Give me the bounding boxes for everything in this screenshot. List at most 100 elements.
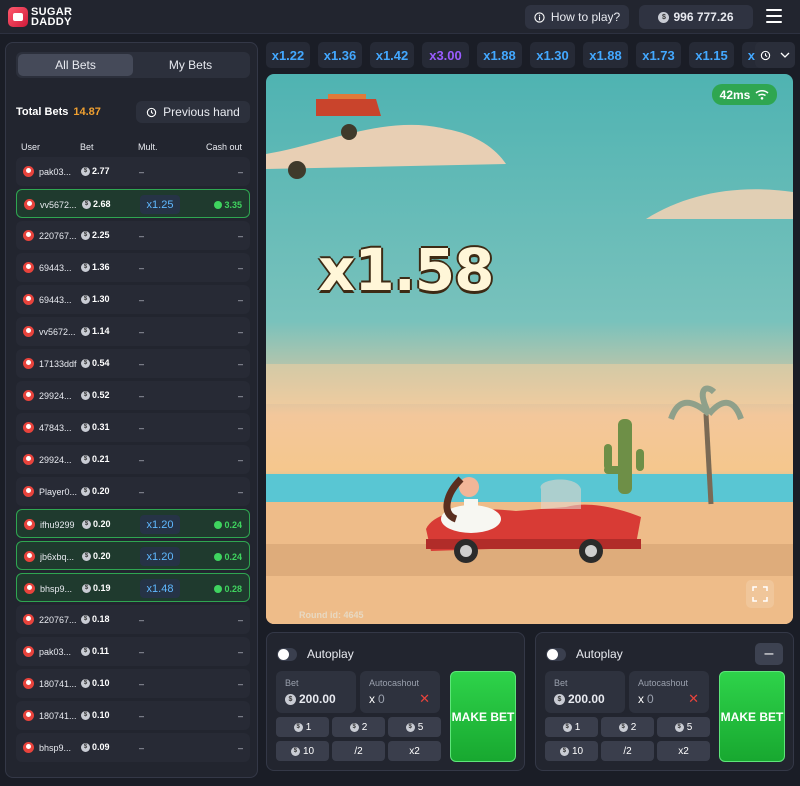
quick-bet-5[interactable]: $5 (657, 717, 710, 737)
row-user: 69443... (39, 295, 72, 305)
bets-tabs: All Bets My Bets (16, 52, 250, 78)
quick-bet-2[interactable]: $2 (332, 717, 385, 737)
row-multiplier: – (139, 327, 145, 337)
double-bet-button[interactable]: x2 (388, 741, 441, 761)
coin-icon (214, 201, 223, 209)
round-id-label: Round id: (299, 610, 341, 620)
round-id: Round id: 4645 (299, 610, 364, 620)
halve-bet-button[interactable]: /2 (332, 741, 385, 761)
autocashout-field[interactable]: Autocashout x0 ✕ (629, 671, 709, 713)
history-multiplier: x1.15 (689, 42, 734, 68)
row-user: 180741... (39, 711, 77, 721)
row-multiplier: x1.20 (140, 515, 180, 534)
bet-row: 180741... $0.10 – – (16, 701, 250, 730)
row-cashout: 0.24 (214, 520, 242, 530)
row-bet: $0.54 (81, 358, 110, 368)
row-user: 29924... (39, 391, 72, 401)
bet-panel-2: Autoplay – Bet $200.00 Autocashout x0 ✕ … (535, 632, 794, 771)
autocashout-field[interactable]: Autocashout x0 ✕ (360, 671, 440, 713)
make-bet-button[interactable]: MAKE BET (450, 671, 516, 762)
row-user: vv5672... (40, 200, 77, 210)
row-user: 220767... (39, 231, 77, 241)
quick-bet-5[interactable]: $5 (388, 717, 441, 737)
row-bet: $2.77 (81, 166, 110, 176)
autocashout-label: Autocashout (369, 678, 420, 688)
toggle-switch[interactable] (546, 647, 566, 661)
user-avatar-icon (23, 646, 34, 657)
row-multiplier: – (139, 231, 145, 241)
fullscreen-button[interactable] (746, 580, 774, 608)
row-multiplier: x1.48 (140, 579, 180, 598)
row-user: jb6xbq... (40, 552, 75, 562)
halve-bet-button[interactable]: /2 (601, 741, 654, 761)
row-cashout: – (237, 679, 243, 689)
quick-bet-1[interactable]: $1 (545, 717, 598, 737)
history-controls[interactable] (755, 42, 795, 68)
make-bet-button[interactable]: MAKE BET (719, 671, 785, 762)
history-icon (146, 107, 157, 117)
user-avatar-icon (23, 390, 34, 401)
autoplay-toggle[interactable]: Autoplay (546, 647, 623, 661)
wifi-icon (755, 90, 769, 100)
quick-bet-10[interactable]: $10 (276, 741, 329, 761)
bet-row: 69443... $1.30 – – (16, 285, 250, 314)
tab-all-bets[interactable]: All Bets (18, 54, 133, 76)
clear-autocashout-icon[interactable]: ✕ (688, 691, 699, 707)
previous-hand-button[interactable]: Previous hand (136, 101, 250, 123)
bet-value[interactable]: $200.00 (554, 692, 605, 706)
toggle-switch[interactable] (277, 647, 297, 661)
bet-row: 220767... $2.25 – – (16, 221, 250, 250)
hamburger-menu-icon[interactable] (766, 9, 782, 23)
user-avatar-icon (23, 326, 34, 337)
bet-row: bhsp9... $0.09 – – (16, 733, 250, 762)
row-cashout: 0.24 (214, 552, 242, 562)
quick-bet-10[interactable]: $10 (545, 741, 598, 761)
coin-icon: $ (81, 326, 90, 336)
sugar-daddy-logo[interactable]: SUGAR DADDY (8, 6, 78, 28)
quick-bet-2[interactable]: $2 (601, 717, 654, 737)
coin-icon: $ (82, 551, 91, 561)
user-avatar-icon (24, 551, 35, 562)
row-user: 69443... (39, 263, 72, 273)
autocashout-value[interactable]: x0 (369, 692, 385, 706)
autoplay-toggle[interactable]: Autoplay (277, 647, 354, 661)
row-multiplier: x1.25 (140, 195, 180, 214)
bet-value[interactable]: $200.00 (285, 692, 336, 706)
row-cashout: – (237, 231, 243, 241)
row-cashout: 0.28 (214, 584, 242, 594)
autoplay-label: Autoplay (307, 647, 354, 661)
bet-amount-field[interactable]: Bet $200.00 (276, 671, 356, 713)
bet-row: 17133ddf $0.54 – – (16, 349, 250, 378)
double-bet-button[interactable]: x2 (657, 741, 710, 761)
how-to-play-button[interactable]: How to play? (525, 5, 629, 29)
bets-table-header: User Bet Mult. Cash out (21, 142, 251, 154)
bet-row: pak03... $2.77 – – (16, 157, 250, 186)
coin-icon: $ (405, 722, 415, 732)
bet-row: vv5672... $1.14 – – (16, 317, 250, 346)
row-cashout: – (237, 455, 243, 465)
row-user: 29924... (39, 455, 72, 465)
tab-my-bets[interactable]: My Bets (133, 54, 248, 76)
coin-icon: $ (554, 693, 565, 705)
row-multiplier: – (139, 487, 145, 497)
bet-amount-field[interactable]: Bet $200.00 (545, 671, 625, 713)
coin-icon (214, 521, 223, 529)
autoplay-label: Autoplay (576, 647, 623, 661)
row-user: bhsp9... (40, 584, 73, 594)
col-user: User (21, 142, 41, 152)
row-multiplier: – (139, 359, 145, 369)
autocashout-value[interactable]: x0 (638, 692, 654, 706)
user-avatar-icon (23, 614, 34, 625)
row-cashout: – (237, 711, 243, 721)
history-multiplier: x3.00 (422, 42, 469, 68)
coin-icon: $ (285, 693, 296, 705)
row-bet: $0.20 (82, 519, 111, 529)
top-header: SUGAR DADDY How to play? $ 996 777.26 (0, 0, 800, 34)
remove-panel-button[interactable]: – (755, 643, 783, 665)
bet-row: vv5672... $2.68 x1.25 3.35 (16, 189, 250, 218)
chevron-down-icon (780, 52, 790, 58)
row-user: bhsp9... (39, 743, 72, 753)
clear-autocashout-icon[interactable]: ✕ (419, 691, 430, 707)
row-multiplier: – (139, 423, 145, 433)
quick-bet-1[interactable]: $1 (276, 717, 329, 737)
